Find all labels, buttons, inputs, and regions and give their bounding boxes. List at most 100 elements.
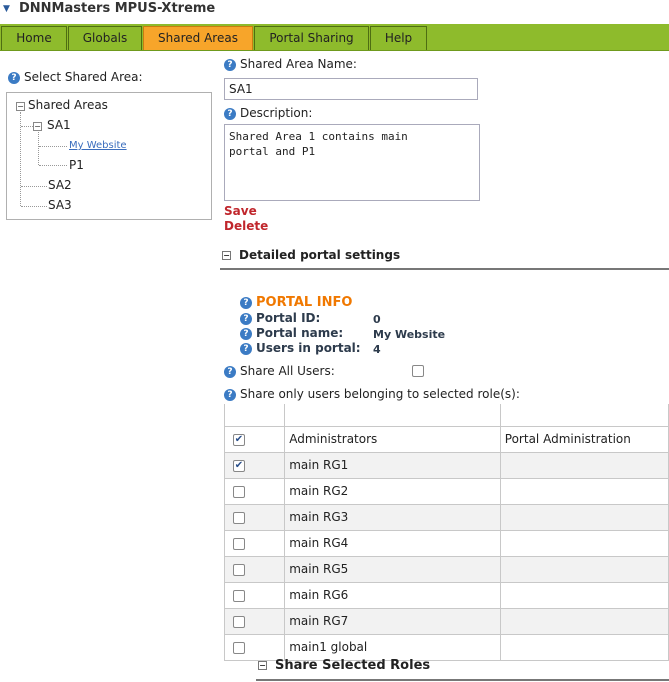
collapse-icon[interactable]: −: [258, 661, 267, 670]
tree-node-p1[interactable]: P1: [69, 158, 84, 172]
role-checkbox[interactable]: [233, 511, 245, 524]
save-link[interactable]: Save: [224, 204, 257, 218]
tree-node-sa3[interactable]: SA3: [48, 198, 72, 212]
help-icon[interactable]: ?: [8, 71, 20, 84]
portal-info-text: PORTAL INFO: [256, 295, 353, 310]
shared-area-name-input[interactable]: SA1: [224, 78, 478, 100]
table-row: ✔ main RG1: [223, 451, 669, 479]
share-selected-roles-header[interactable]: − Share Selected Roles: [258, 658, 430, 673]
share-all-users-text: Share All Users:: [240, 364, 335, 378]
role-name-cell: main RG5: [284, 555, 501, 583]
share-all-users-label: ? Share All Users:: [224, 364, 335, 378]
help-icon[interactable]: ?: [224, 58, 236, 71]
tab-globals[interactable]: Globals: [68, 26, 142, 50]
section-divider: [256, 679, 669, 681]
users-in-portal-value: 4: [373, 343, 381, 356]
help-icon[interactable]: ?: [224, 388, 236, 401]
roles-table-body: ✔ Administrators Portal Administration ✔ mai…: [223, 425, 669, 661]
tree-node-shared-areas[interactable]: Shared Areas: [28, 98, 108, 112]
table-row: main RG6: [223, 581, 669, 609]
help-icon[interactable]: ?: [240, 327, 252, 340]
help-icon[interactable]: ?: [240, 342, 252, 355]
tab-home[interactable]: Home: [1, 26, 67, 50]
tree-line: [21, 186, 47, 187]
role-group-cell: [499, 503, 669, 531]
users-in-portal-label: ? Users in portal:: [240, 341, 361, 355]
tab-help[interactable]: Help: [370, 26, 427, 50]
portal-name-text: Portal name:: [256, 326, 344, 340]
share-roles-text: Share only users belonging to selected r…: [240, 387, 520, 401]
role-checkbox[interactable]: ✔: [233, 459, 245, 472]
role-checkbox[interactable]: [233, 589, 245, 602]
checkbox-cell: [223, 607, 286, 635]
portal-id-value: 0: [373, 313, 381, 326]
tree-line: [39, 146, 67, 147]
tree-line: [38, 132, 39, 165]
description-text: Description:: [240, 106, 313, 120]
collapse-icon[interactable]: −: [222, 251, 231, 260]
portal-name-label: ? Portal name:: [240, 326, 343, 340]
help-icon[interactable]: ?: [224, 365, 236, 378]
checkbox-cell: ✔: [223, 451, 286, 479]
tab-shared-areas[interactable]: Shared Areas: [143, 26, 253, 50]
detailed-portal-settings-header[interactable]: − Detailed portal settings: [222, 248, 400, 262]
table-row: main RG2: [223, 477, 669, 505]
role-group-cell: [499, 529, 669, 557]
window-title: DNNMasters MPUS-Xtreme: [19, 1, 216, 16]
table-row: main RG5: [223, 555, 669, 583]
shared-area-name-text: Shared Area Name:: [240, 57, 357, 71]
checkbox-cell: [223, 633, 286, 661]
tree-line: [21, 126, 33, 127]
table-header-row: [223, 404, 669, 427]
role-group-cell: [499, 581, 669, 609]
window-title-bar: ▼ DNNMasters MPUS-Xtreme: [0, 0, 669, 20]
role-name-cell: Administrators: [284, 425, 501, 453]
role-checkbox[interactable]: [233, 615, 245, 628]
help-icon[interactable]: ?: [240, 312, 252, 325]
share-all-users-checkbox[interactable]: [412, 365, 424, 377]
select-shared-area-text: Select Shared Area:: [24, 70, 143, 84]
users-in-portal-text: Users in portal:: [256, 341, 361, 355]
tree-collapse-icon[interactable]: −: [16, 102, 25, 111]
detailed-portal-settings-title: Detailed portal settings: [239, 248, 401, 262]
tab-portal-sharing[interactable]: Portal Sharing: [254, 26, 369, 50]
checkbox-cell: [223, 529, 286, 557]
collapse-triangle-icon[interactable]: ▼: [3, 4, 10, 14]
tree-collapse-icon[interactable]: −: [33, 122, 42, 131]
role-checkbox[interactable]: [233, 563, 245, 576]
section-divider: [220, 268, 669, 270]
shared-area-name-label: ? Shared Area Name:: [224, 57, 357, 71]
description-textarea[interactable]: Shared Area 1 contains main portal and P…: [224, 124, 480, 201]
share-roles-label: ? Share only users belonging to selected …: [224, 387, 520, 401]
checkbox-cell: [223, 477, 286, 505]
portal-info-title: ? PORTAL INFO: [240, 295, 352, 310]
table-row: main1 global: [223, 633, 669, 661]
tree-line: [39, 165, 67, 166]
table-row: main RG7: [223, 607, 669, 635]
checkbox-cell: ✔: [223, 425, 286, 453]
tree-node-sa1[interactable]: SA1: [47, 118, 71, 132]
role-checkbox[interactable]: [233, 641, 245, 654]
role-name-cell: main RG4: [284, 529, 501, 557]
table-row: ✔ Administrators Portal Administration: [223, 425, 669, 453]
checkbox-cell: [223, 581, 286, 609]
role-checkbox[interactable]: [233, 485, 245, 498]
role-checkbox[interactable]: [233, 537, 245, 550]
portal-id-text: Portal ID:: [256, 311, 321, 325]
table-row: main RG4: [223, 529, 669, 557]
role-group-cell: [499, 633, 669, 661]
tree-node-sa2[interactable]: SA2: [48, 178, 72, 192]
tree-line: [21, 206, 47, 207]
checkbox-cell: [223, 555, 286, 583]
role-name-cell: main RG3: [284, 503, 501, 531]
portal-name-value: My Website: [373, 328, 446, 341]
help-icon[interactable]: ?: [224, 107, 236, 120]
role-group-cell: [499, 451, 669, 479]
delete-link[interactable]: Delete: [224, 219, 268, 233]
role-name-cell: main RG2: [284, 477, 501, 505]
header-cell: [499, 404, 669, 427]
role-checkbox[interactable]: ✔: [233, 433, 245, 446]
help-icon[interactable]: ?: [240, 296, 252, 309]
share-selected-roles-title: Share Selected Roles: [275, 658, 431, 673]
tree-node-my-website[interactable]: My Website: [69, 140, 127, 151]
